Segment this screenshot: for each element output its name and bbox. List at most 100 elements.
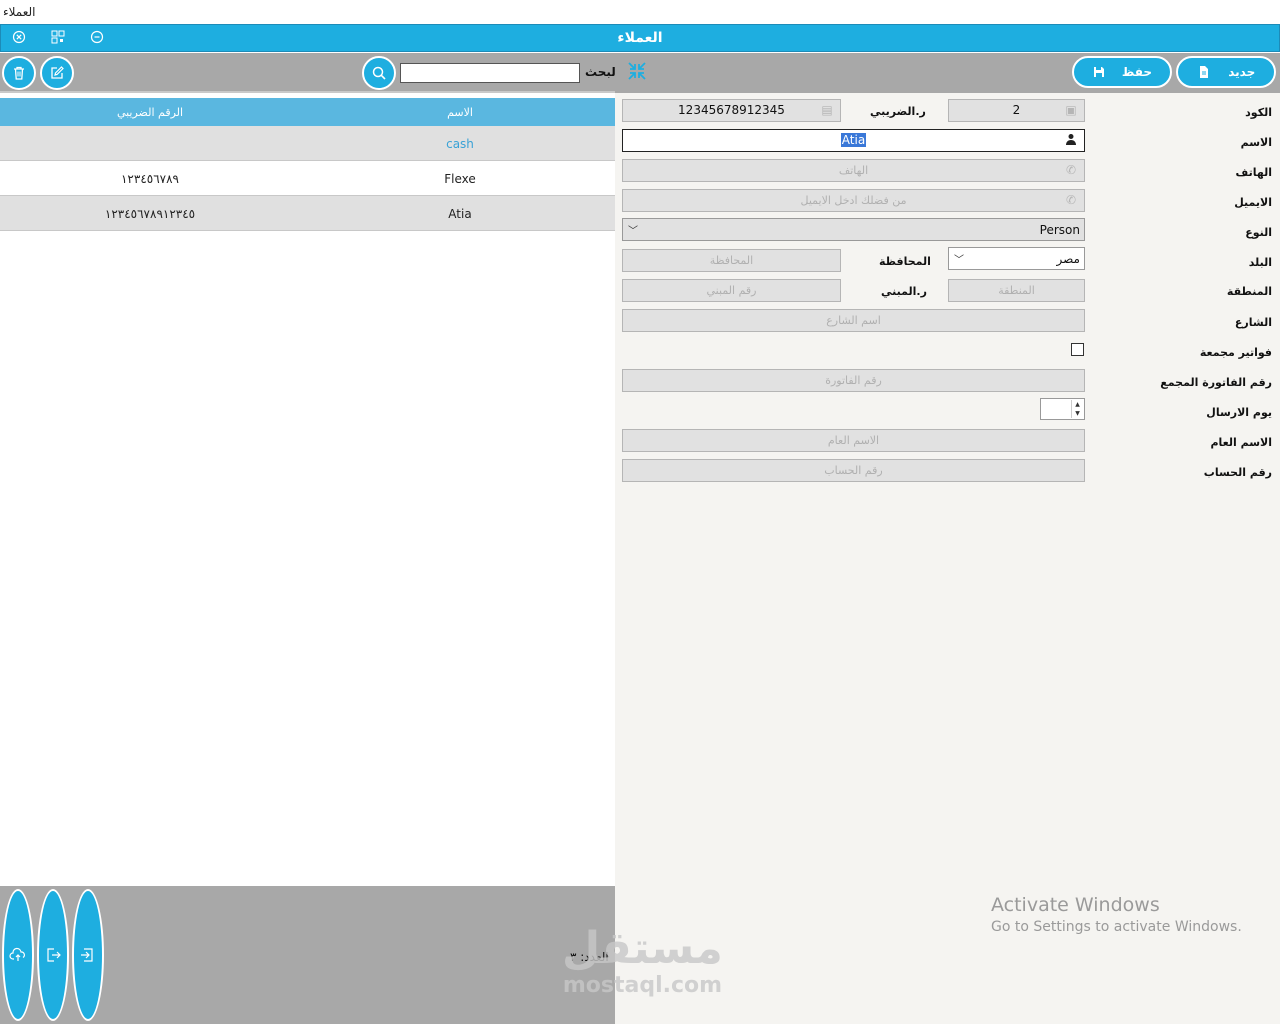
invoice-number-placeholder: رقم الفاتورة bbox=[825, 374, 882, 387]
save-button-label: حفظ bbox=[1121, 65, 1153, 79]
label-type: النوع bbox=[1245, 226, 1272, 239]
window-caption-text: العملاء bbox=[3, 5, 36, 19]
label-building-number: ر.المبني bbox=[881, 285, 927, 298]
send-day-stepper[interactable]: ▲ ▼ bbox=[1040, 398, 1085, 420]
country-select[interactable]: ﹀ مصر bbox=[948, 247, 1085, 270]
cell-tax: ١٢٣٤٥٦٧٨٩١٢٣٤٥ bbox=[104, 207, 196, 221]
table-row[interactable]: cash bbox=[0, 126, 615, 161]
grouped-invoices-checkbox[interactable] bbox=[1071, 343, 1084, 356]
export-button[interactable] bbox=[37, 889, 69, 1021]
tax-number-value: 12345678912345 bbox=[678, 103, 785, 117]
search-input[interactable] bbox=[400, 63, 580, 83]
title-bar: العملاء bbox=[0, 24, 1280, 52]
email-placeholder: من فضلك ادخل الايميل bbox=[800, 194, 907, 207]
grouped-invoice-number-field[interactable]: رقم الفاتورة bbox=[622, 369, 1085, 392]
code-field[interactable]: 2 ▣ bbox=[948, 99, 1085, 122]
trash-icon bbox=[14, 66, 24, 80]
name-field[interactable]: Atia bbox=[622, 129, 1085, 152]
region-placeholder: المنطقة bbox=[998, 284, 1035, 297]
table-row[interactable]: ١٢٣٤٥٦٧٨٩١٢٣٤٥ Atia bbox=[0, 196, 615, 231]
label-email: الايميل bbox=[1234, 196, 1272, 209]
save-button[interactable]: حفظ bbox=[1072, 56, 1172, 88]
form-toolbar: حفظ جديد bbox=[615, 53, 1280, 93]
building-number-placeholder: رقم المبني bbox=[706, 284, 757, 297]
phone-icon: ✆ bbox=[1065, 193, 1077, 207]
governorate-field[interactable]: المحافظة bbox=[622, 249, 841, 272]
chevron-down-icon: ﹀ bbox=[628, 226, 638, 237]
label-governorate: المحافظة bbox=[879, 255, 931, 268]
label-phone: الهاتف bbox=[1235, 166, 1272, 179]
phone-placeholder: الهاتف bbox=[838, 164, 869, 177]
table-row[interactable]: ١٢٣٤٥٦٧٨٩ Flexe bbox=[0, 161, 615, 196]
chevron-down-icon: ﹀ bbox=[954, 255, 964, 266]
building-number-field[interactable]: رقم المبني bbox=[622, 279, 841, 302]
mostaql-logo-arabic: مستقل bbox=[562, 923, 723, 974]
customer-form-pane: حفظ جديد الكود الاسم الهاتف الايميل النو… bbox=[615, 53, 1280, 1024]
id-card-icon: ▣ bbox=[1065, 103, 1077, 117]
export-icon bbox=[47, 948, 61, 962]
label-region: المنطقة bbox=[1226, 285, 1272, 298]
import-button[interactable] bbox=[72, 889, 104, 1021]
new-file-icon bbox=[1199, 66, 1208, 78]
type-value: Person bbox=[1039, 223, 1080, 237]
windows-activation-watermark: Activate Windows Go to Settings to activ… bbox=[991, 894, 1242, 935]
governorate-placeholder: المحافظة bbox=[709, 254, 754, 267]
list-footer: العدد: ٣ bbox=[0, 886, 615, 1024]
name-value: Atia bbox=[840, 133, 867, 147]
label-send-day: يوم الارسال bbox=[1206, 406, 1272, 419]
user-icon bbox=[1064, 133, 1078, 147]
cell-name: Flexe bbox=[444, 172, 476, 186]
account-number-field[interactable]: رقم الحساب bbox=[622, 459, 1085, 482]
collapse-icon[interactable] bbox=[625, 60, 649, 84]
window-caption: العملاء bbox=[0, 0, 1280, 24]
general-name-field[interactable]: الاسم العام bbox=[622, 429, 1085, 452]
code-value: 2 bbox=[1012, 103, 1021, 117]
search-icon bbox=[372, 66, 386, 80]
type-select[interactable]: ﹀ Person bbox=[622, 218, 1085, 241]
delete-button[interactable] bbox=[2, 56, 36, 90]
label-country: البلد bbox=[1248, 256, 1272, 269]
watermark-subtitle: Go to Settings to activate Windows. bbox=[991, 919, 1242, 935]
country-value: مصر bbox=[1056, 252, 1080, 266]
window-title: العملاء bbox=[617, 30, 663, 46]
column-header-name[interactable]: الاسم bbox=[380, 106, 540, 119]
cell-name: cash bbox=[446, 137, 474, 151]
label-grouped-invoices: فواتير مجمعة bbox=[1199, 346, 1272, 359]
table-header: الرقم الضريبي الاسم bbox=[0, 98, 615, 126]
label-name: الاسم bbox=[1240, 136, 1272, 149]
list-toolbar: البحث bbox=[0, 53, 620, 93]
calendar-icon: ▤ bbox=[821, 103, 833, 117]
cell-name: Atia bbox=[448, 207, 472, 221]
phone-field[interactable]: الهاتف ✆ bbox=[622, 159, 1085, 182]
phone-icon: ✆ bbox=[1065, 163, 1077, 177]
region-field[interactable]: المنطقة bbox=[948, 279, 1085, 302]
account-number-placeholder: رقم الحساب bbox=[824, 464, 883, 477]
cloud-upload-icon bbox=[9, 947, 25, 961]
mostaql-logo: مستقل mostaql.com bbox=[562, 923, 723, 999]
street-field[interactable]: اسم الشارع bbox=[622, 309, 1085, 332]
new-button[interactable]: جديد bbox=[1176, 56, 1276, 88]
import-icon bbox=[81, 948, 93, 962]
column-header-tax[interactable]: الرقم الضريبي bbox=[70, 106, 230, 119]
stepper-arrows-icon[interactable]: ▲ ▼ bbox=[1071, 400, 1083, 418]
customer-list-pane: البحث الرقم الضريبي الاسم cash ١٢٣٤٥٦٧٨٩… bbox=[0, 53, 620, 1024]
label-tax-number: ر.الضريبي bbox=[870, 105, 926, 118]
tax-number-field[interactable]: 12345678912345 ▤ bbox=[622, 99, 841, 122]
label-street: الشارع bbox=[1234, 316, 1272, 329]
cell-tax: ١٢٣٤٥٦٧٨٩ bbox=[120, 172, 179, 186]
email-field[interactable]: من فضلك ادخل الايميل ✆ bbox=[622, 189, 1085, 212]
label-grouped-invoice-number: رقم الفاتورة المجمع bbox=[1160, 376, 1272, 389]
edit-icon bbox=[51, 66, 64, 79]
search-button[interactable] bbox=[362, 56, 396, 90]
label-general-name: الاسم العام bbox=[1210, 436, 1272, 449]
edit-button[interactable] bbox=[40, 56, 74, 90]
street-placeholder: اسم الشارع bbox=[826, 314, 881, 327]
label-code: الكود bbox=[1245, 106, 1272, 119]
upload-button[interactable] bbox=[2, 889, 34, 1021]
customers-table: الرقم الضريبي الاسم cash ١٢٣٤٥٦٧٨٩ Flexe… bbox=[0, 98, 615, 231]
save-icon bbox=[1093, 67, 1104, 77]
general-name-placeholder: الاسم العام bbox=[827, 434, 880, 447]
mostaql-logo-latin: mostaql.com bbox=[562, 973, 723, 998]
label-account-number: رقم الحساب bbox=[1203, 466, 1272, 479]
new-button-label: جديد bbox=[1228, 65, 1256, 79]
